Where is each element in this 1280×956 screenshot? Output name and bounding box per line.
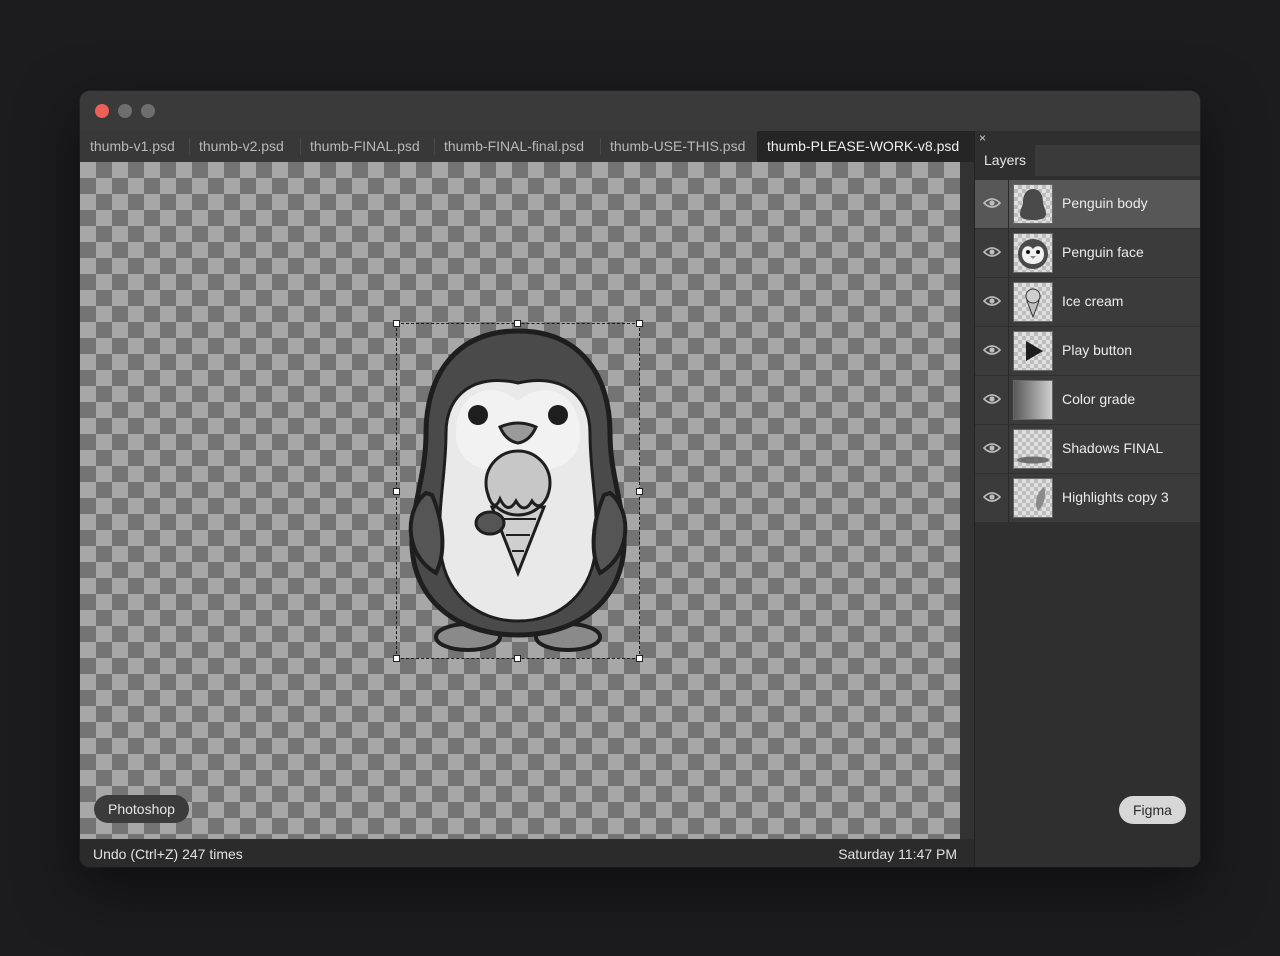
minimize-window-button[interactable]	[118, 104, 132, 118]
figma-badge[interactable]: Figma	[1119, 796, 1186, 824]
transform-handle-top-left[interactable]	[393, 320, 400, 327]
gradient-icon	[1013, 380, 1053, 420]
layer-list: Penguin body Penguin face Ice cream Play…	[975, 180, 1200, 523]
transform-handle-top[interactable]	[514, 320, 521, 327]
tab-thumb-v1[interactable]: thumb-v1.psd	[80, 131, 189, 162]
penguin-face-icon	[1013, 233, 1053, 273]
photoshop-badge[interactable]: Photoshop	[94, 795, 189, 823]
panel-tab-bar: Layers	[975, 145, 1200, 176]
eye-icon[interactable]	[983, 196, 1001, 210]
title-bar	[80, 91, 1200, 131]
layer-ice-cream[interactable]: Ice cream	[975, 278, 1200, 326]
layer-name: Penguin face	[1062, 244, 1144, 260]
transform-handle-right[interactable]	[636, 488, 643, 495]
transform-selection-box[interactable]	[396, 323, 640, 659]
eye-icon[interactable]	[983, 294, 1001, 308]
close-window-button[interactable]	[95, 104, 109, 118]
layers-panel: Layers × Penguin body Penguin face Ice c…	[974, 131, 1200, 867]
undo-count-text: Undo (Ctrl+Z) 247 times	[93, 846, 243, 862]
datetime-text: Saturday 11:47 PM	[838, 846, 957, 862]
tab-layers[interactable]: Layers	[975, 145, 1036, 176]
transform-handle-top-right[interactable]	[636, 320, 643, 327]
maximize-window-button[interactable]	[141, 104, 155, 118]
transform-handle-left[interactable]	[393, 488, 400, 495]
eye-icon[interactable]	[983, 245, 1001, 259]
tab-thumb-final[interactable]: thumb-FINAL.psd	[300, 131, 434, 162]
status-bar: Undo (Ctrl+Z) 247 times Saturday 11:47 P…	[80, 839, 974, 867]
eye-icon[interactable]	[983, 441, 1001, 455]
tab-thumb-final-final[interactable]: thumb-FINAL-final.psd	[434, 131, 600, 162]
layer-play-button[interactable]: Play button	[975, 327, 1200, 375]
layer-name: Play button	[1062, 342, 1133, 358]
layer-highlights-copy-3[interactable]: Highlights copy 3	[975, 474, 1200, 522]
transform-handle-bottom[interactable]	[514, 655, 521, 662]
tab-thumb-v2[interactable]: thumb-v2.psd	[189, 131, 300, 162]
highlight-stroke-icon	[1013, 478, 1053, 518]
close-icon[interactable]: ×	[979, 131, 986, 145]
eye-icon[interactable]	[983, 343, 1001, 357]
ice-cream-icon	[1013, 282, 1053, 322]
layer-color-grade[interactable]: Color grade	[975, 376, 1200, 424]
layer-penguin-body[interactable]: Penguin body	[975, 180, 1200, 228]
transform-handle-bottom-right[interactable]	[636, 655, 643, 662]
shadow-ellipse-icon	[1013, 429, 1053, 469]
transform-handle-bottom-left[interactable]	[393, 655, 400, 662]
layer-shadows-final[interactable]: Shadows FINAL	[975, 425, 1200, 473]
eye-icon[interactable]	[983, 490, 1001, 504]
layer-name: Color grade	[1062, 391, 1136, 407]
play-triangle-icon	[1013, 331, 1053, 371]
app-window: thumb-v1.psd thumb-v2.psd thumb-FINAL.ps…	[80, 91, 1200, 867]
layer-name: Ice cream	[1062, 293, 1124, 309]
penguin-silhouette-icon	[1013, 184, 1053, 224]
tab-thumb-use-this[interactable]: thumb-USE-THIS.psd	[600, 131, 757, 162]
eye-icon[interactable]	[983, 392, 1001, 406]
layer-name: Penguin body	[1062, 195, 1148, 211]
layer-name: Highlights copy 3	[1062, 489, 1169, 505]
layer-name: Shadows FINAL	[1062, 440, 1164, 456]
tab-thumb-please-work-v8[interactable]: thumb-PLEASE-WORK-v8.psd	[757, 131, 974, 162]
canvas-area[interactable]	[80, 162, 960, 839]
document-tab-bar: thumb-v1.psd thumb-v2.psd thumb-FINAL.ps…	[80, 131, 974, 162]
layer-penguin-face[interactable]: Penguin face	[975, 229, 1200, 277]
